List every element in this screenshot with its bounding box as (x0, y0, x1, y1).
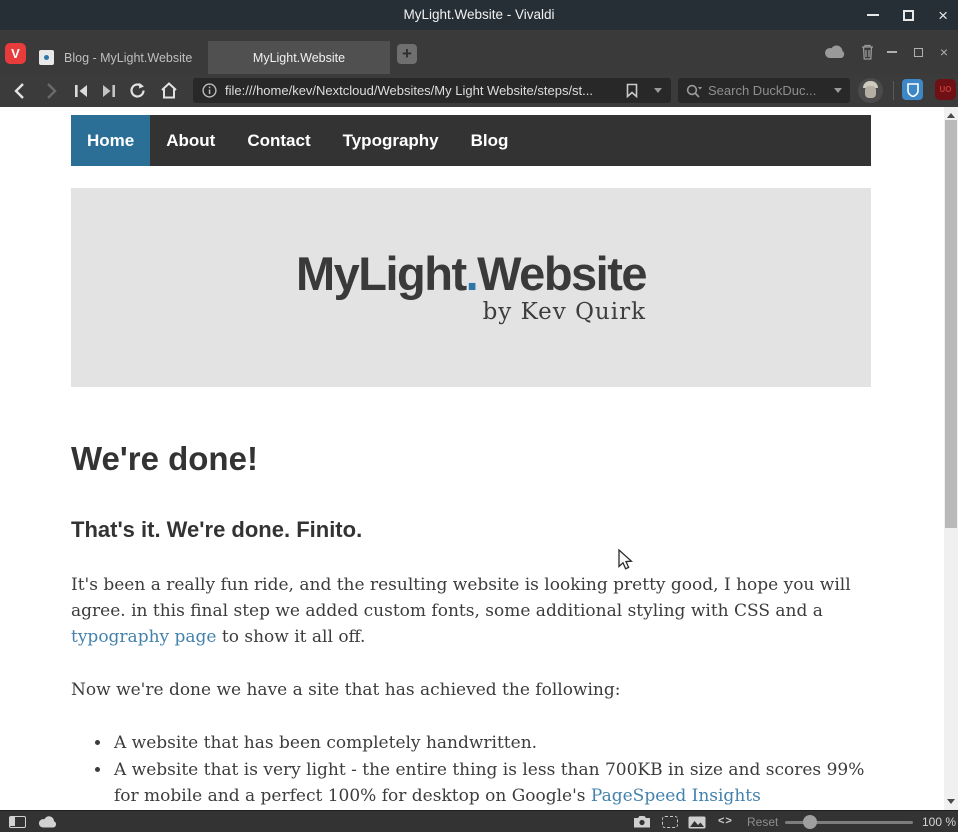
site-nav-typography[interactable]: Typography (327, 115, 455, 166)
rewind-icon[interactable] (68, 74, 94, 107)
address-bar: file:///home/kev/Nextcloud/Websites/My L… (0, 74, 958, 107)
fast-forward-icon[interactable] (96, 74, 122, 107)
zoom-level-label: 100 % (922, 815, 956, 829)
pagespeed-insights-link[interactable]: PageSpeed Insights (591, 786, 761, 806)
reload-icon[interactable] (124, 74, 150, 107)
tab-maximize-icon[interactable] (914, 48, 923, 57)
site-nav-blog[interactable]: Blog (455, 115, 525, 166)
tab-bar: V Blog - MyLight.Website MyLight.Website… (0, 30, 958, 74)
paragraph-text: It's been a really fun ride, and the res… (71, 575, 851, 621)
scroll-up-icon[interactable] (947, 113, 955, 118)
close-icon[interactable]: × (938, 7, 948, 24)
url-dropdown-icon[interactable] (654, 88, 662, 93)
site-nav-contact[interactable]: Contact (231, 115, 326, 166)
url-field[interactable]: file:///home/kev/Nextcloud/Websites/My L… (193, 78, 671, 103)
capture-area-icon[interactable] (662, 816, 678, 828)
page-info-icon[interactable] (202, 83, 217, 98)
search-input[interactable] (708, 83, 828, 98)
title-bar: MyLight.Website - Vivaldi × (0, 0, 958, 30)
paragraph-achievements: Now we're done we have a site that has a… (71, 677, 871, 703)
page-scrollbar[interactable] (944, 107, 958, 810)
logo-part2: Website (477, 247, 646, 300)
tab-blog[interactable]: Blog - MyLight.Website (28, 41, 208, 74)
zoom-reset-button[interactable]: Reset (747, 815, 778, 829)
site-favicon (39, 50, 54, 65)
scroll-down-icon[interactable] (947, 799, 955, 804)
tab-label: Blog - MyLight.Website (64, 51, 192, 65)
logo-tagline: by Kev Quirk (296, 299, 646, 325)
bookmark-icon[interactable] (626, 83, 638, 98)
zoom-slider[interactable] (785, 821, 913, 824)
logo-part1: MyLight (296, 247, 466, 300)
site-navbar: Home About Contact Typography Blog (71, 115, 871, 166)
paragraph-intro: It's been a really fun ride, and the res… (71, 572, 871, 650)
zoom-slider-knob[interactable] (803, 815, 817, 829)
tab-mylight-active[interactable]: MyLight.Website (208, 41, 390, 74)
status-bar: <> Reset 100 % (0, 810, 958, 832)
back-icon[interactable] (6, 74, 32, 107)
minimize-icon[interactable] (867, 14, 879, 16)
page-viewport: Home About Contact Typography Blog MyLig… (0, 107, 958, 810)
toolbar-separator (893, 81, 894, 100)
logo-dot: . (466, 247, 478, 300)
vivaldi-menu-button[interactable]: V (5, 43, 26, 64)
search-field[interactable] (678, 78, 850, 103)
list-item: A website that has been completely handw… (112, 730, 871, 757)
forward-icon[interactable] (38, 74, 64, 107)
tab-close-icon[interactable]: × (940, 45, 948, 59)
trash-icon[interactable] (861, 44, 874, 60)
sync-status-cloud-icon[interactable] (38, 816, 57, 828)
maximize-icon[interactable] (903, 10, 914, 21)
site-logo: MyLight.Website by Kev Quirk (296, 250, 646, 325)
scrollbar-thumb[interactable] (945, 120, 957, 528)
list-item-text: A website that has been completely handw… (114, 733, 537, 753)
page-title: We're done! (71, 441, 871, 477)
new-tab-button[interactable]: + (397, 44, 417, 64)
paragraph-text: to show it all off. (217, 627, 366, 647)
home-icon[interactable] (156, 74, 182, 107)
page-actions-icon[interactable]: <> (718, 815, 733, 827)
list-item: A website that is very light - the entir… (112, 757, 871, 810)
achievement-list: A website that has been completely handw… (71, 730, 871, 810)
sync-cloud-icon[interactable] (824, 45, 846, 59)
url-text[interactable]: file:///home/kev/Nextcloud/Websites/My L… (225, 83, 626, 98)
tab-minimize-icon[interactable] (887, 51, 897, 53)
extension-avatar-icon[interactable] (858, 78, 883, 103)
window-title: MyLight.Website - Vivaldi (0, 0, 958, 30)
site-nav-home[interactable]: Home (71, 115, 150, 166)
tab-label: MyLight.Website (253, 51, 345, 65)
site-header: MyLight.Website by Kev Quirk (71, 188, 871, 387)
panel-toggle-icon[interactable] (9, 816, 26, 828)
search-icon[interactable] (686, 84, 702, 98)
bitwarden-extension-icon[interactable] (902, 79, 923, 100)
ublock-extension-icon[interactable]: UO (935, 79, 956, 100)
browser-window: MyLight.Website - Vivaldi × V Blog - MyL… (0, 0, 958, 832)
page-subtitle: That's it. We're done. Finito. (71, 518, 871, 542)
typography-page-link[interactable]: typography page (71, 627, 217, 647)
screenshot-camera-icon[interactable] (633, 815, 651, 828)
images-toggle-icon[interactable] (688, 816, 706, 829)
search-engine-dropdown-icon[interactable] (834, 88, 842, 93)
site-nav-about[interactable]: About (150, 115, 231, 166)
